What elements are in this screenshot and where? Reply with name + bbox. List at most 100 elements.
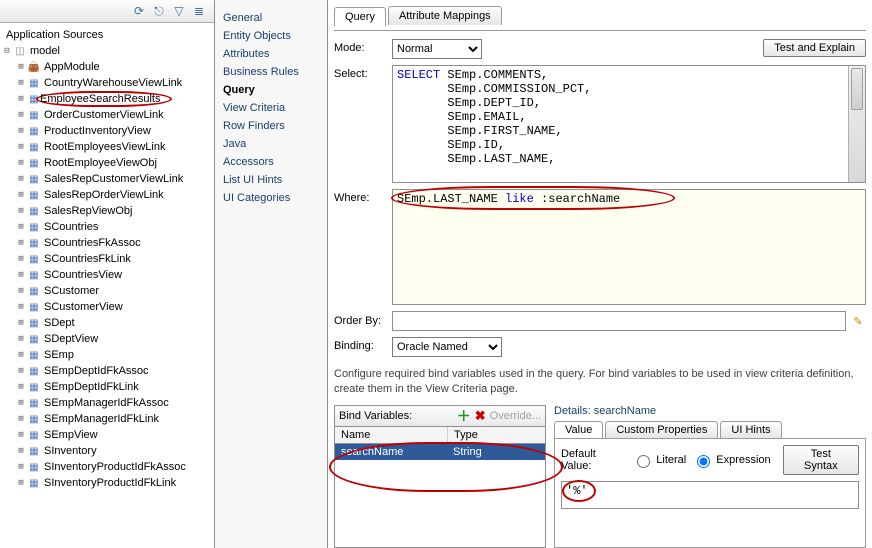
expand-icon[interactable]: ⊞ bbox=[16, 126, 26, 136]
refresh-icon[interactable]: ⟳ bbox=[130, 2, 148, 20]
nav-item[interactable]: Entity Objects bbox=[223, 27, 319, 45]
binding-select[interactable]: Oracle Named bbox=[392, 337, 502, 357]
test-syntax-button[interactable]: Test Syntax bbox=[783, 445, 859, 475]
nav-item[interactable]: Attributes bbox=[223, 45, 319, 63]
where-sql-editor[interactable]: SEmp.LAST_NAME like :searchName bbox=[392, 189, 866, 305]
expand-icon[interactable]: ⊞ bbox=[16, 478, 26, 488]
tree-node[interactable]: ⊞▦SalesRepOrderViewLink bbox=[2, 187, 212, 203]
expand-icon[interactable]: ⊞ bbox=[16, 254, 26, 264]
expand-icon[interactable]: ⊞ bbox=[16, 382, 26, 392]
details-tab-uihints[interactable]: UI Hints bbox=[720, 421, 781, 438]
expand-icon[interactable]: ⊞ bbox=[16, 430, 26, 440]
expand-icon[interactable]: ⊞ bbox=[16, 174, 26, 184]
expand-icon[interactable]: ⊞ bbox=[16, 398, 26, 408]
tree-node[interactable]: ⊞▦SDeptView bbox=[2, 331, 212, 347]
nav-item[interactable]: Accessors bbox=[223, 153, 319, 171]
where-label: Where: bbox=[334, 189, 392, 204]
tree-node-model[interactable]: ⊟ ◫ model bbox=[2, 43, 212, 59]
nav-item[interactable]: UI Categories bbox=[223, 189, 319, 207]
tree-node[interactable]: ⊞▦SCountriesFkAssoc bbox=[2, 235, 212, 251]
tree-node[interactable]: ⊞▦EmployeeSearchResults bbox=[2, 91, 212, 107]
bindvar-row[interactable]: searchName String bbox=[335, 444, 545, 460]
tree-node[interactable]: ⊞▦RootEmployeesViewLink bbox=[2, 139, 212, 155]
orderby-input[interactable] bbox=[392, 311, 846, 331]
expand-icon[interactable]: ⊞ bbox=[16, 222, 26, 232]
pencil-icon[interactable]: ✎ bbox=[850, 313, 866, 329]
nav-item[interactable]: Row Finders bbox=[223, 117, 319, 135]
select-scrollbar[interactable] bbox=[848, 66, 865, 182]
tree-node[interactable]: ⊞▦RootEmployeeViewObj bbox=[2, 155, 212, 171]
tree-node[interactable]: ⊞▦SEmpDeptIdFkAssoc bbox=[2, 363, 212, 379]
tree-node[interactable]: ⊞▦SCustomer bbox=[2, 283, 212, 299]
application-tree[interactable]: Application Sources ⊟ ◫ model ⊞👜AppModul… bbox=[0, 23, 214, 548]
tab-attribute-mappings[interactable]: Attribute Mappings bbox=[388, 6, 502, 25]
object-icon: ▦ bbox=[26, 188, 42, 202]
expand-icon[interactable]: ⊞ bbox=[16, 190, 26, 200]
bindvar-col-type[interactable]: Type bbox=[448, 427, 484, 443]
details-tab-custom[interactable]: Custom Properties bbox=[605, 421, 718, 438]
expand-icon[interactable]: ⊞ bbox=[16, 414, 26, 424]
expand-icon[interactable]: ⊞ bbox=[16, 366, 26, 376]
add-icon[interactable]: ＋ bbox=[457, 406, 471, 426]
nav-item[interactable]: Business Rules bbox=[223, 63, 319, 81]
delete-icon[interactable]: ✖ bbox=[475, 408, 486, 424]
tree-node[interactable]: ⊞▦SalesRepCustomerViewLink bbox=[2, 171, 212, 187]
expand-icon[interactable]: ⊞ bbox=[16, 270, 26, 280]
tree-node[interactable]: ⊞▦SCountriesView bbox=[2, 267, 212, 283]
expand-icon[interactable]: ⊞ bbox=[16, 350, 26, 360]
filter-icon[interactable]: ▽ bbox=[170, 2, 188, 20]
expand-icon[interactable]: ⊞ bbox=[16, 318, 26, 328]
tree-node[interactable]: ⊞▦SInventoryProductIdFkAssoc bbox=[2, 459, 212, 475]
tab-query[interactable]: Query bbox=[334, 7, 386, 26]
expand-icon[interactable]: ⊞ bbox=[16, 158, 26, 168]
object-icon: ▦ bbox=[26, 172, 42, 186]
application-navigator: ⟳ ⎋ ▽ ≣ Application Sources ⊟ ◫ model ⊞👜… bbox=[0, 0, 215, 548]
options-icon[interactable]: ≣ bbox=[190, 2, 208, 20]
select-sql-editor[interactable]: SELECT SEmp.COMMENTS, SEmp.COMMISSION_PC… bbox=[392, 65, 866, 183]
override-button[interactable]: Override... bbox=[490, 410, 541, 422]
tree-node[interactable]: ⊞▦SCountries bbox=[2, 219, 212, 235]
expand-icon[interactable]: ⊞ bbox=[16, 62, 26, 72]
expand-icon[interactable]: ⊞ bbox=[16, 78, 26, 88]
tree-node[interactable]: ⊞▦SEmpManagerIdFkAssoc bbox=[2, 395, 212, 411]
literal-radio[interactable]: Literal bbox=[632, 452, 686, 468]
tree-node[interactable]: ⊞▦SCustomerView bbox=[2, 299, 212, 315]
mode-select[interactable]: Normal bbox=[392, 39, 482, 59]
test-explain-button[interactable]: Test and Explain bbox=[763, 39, 866, 57]
tree-node[interactable]: ⊞▦SEmpView bbox=[2, 427, 212, 443]
bindvar-col-name[interactable]: Name bbox=[335, 427, 448, 443]
expression-editor[interactable]: '%' bbox=[561, 481, 859, 509]
tree-node[interactable]: ⊞▦OrderCustomerViewLink bbox=[2, 107, 212, 123]
expand-icon[interactable]: ⊞ bbox=[16, 94, 26, 104]
tree-node[interactable]: ⊞▦SEmpManagerIdFkLink bbox=[2, 411, 212, 427]
nav-item[interactable]: List UI Hints bbox=[223, 171, 319, 189]
expand-icon[interactable]: ⊞ bbox=[16, 286, 26, 296]
tree-sync-icon[interactable]: ⎋ bbox=[150, 2, 168, 20]
expand-icon[interactable]: ⊞ bbox=[16, 446, 26, 456]
tree-node[interactable]: ⊞▦SalesRepViewObj bbox=[2, 203, 212, 219]
expand-icon[interactable]: ⊞ bbox=[16, 238, 26, 248]
expression-radio[interactable]: Expression bbox=[692, 452, 770, 468]
expand-icon[interactable]: ⊞ bbox=[16, 462, 26, 472]
nav-item[interactable]: Query bbox=[223, 81, 319, 99]
collapse-icon[interactable]: ⊟ bbox=[2, 46, 12, 56]
expand-icon[interactable]: ⊞ bbox=[16, 206, 26, 216]
expand-icon[interactable]: ⊞ bbox=[16, 142, 26, 152]
tree-node[interactable]: ⊞▦SDept bbox=[2, 315, 212, 331]
tree-node[interactable]: ⊞👜AppModule bbox=[2, 59, 212, 75]
tree-node[interactable]: ⊞▦SEmpDeptIdFkLink bbox=[2, 379, 212, 395]
object-icon: ▦ bbox=[26, 380, 42, 394]
tree-node[interactable]: ⊞▦ProductInventoryView bbox=[2, 123, 212, 139]
tree-node[interactable]: ⊞▦SEmp bbox=[2, 347, 212, 363]
nav-item[interactable]: General bbox=[223, 9, 319, 27]
tree-node[interactable]: ⊞▦SCountriesFkLink bbox=[2, 251, 212, 267]
expand-icon[interactable]: ⊞ bbox=[16, 334, 26, 344]
tree-node[interactable]: ⊞▦CountryWarehouseViewLink bbox=[2, 75, 212, 91]
nav-item[interactable]: Java bbox=[223, 135, 319, 153]
tree-node[interactable]: ⊞▦SInventory bbox=[2, 443, 212, 459]
expand-icon[interactable]: ⊞ bbox=[16, 110, 26, 120]
expand-icon[interactable]: ⊞ bbox=[16, 302, 26, 312]
tree-node[interactable]: ⊞▦SInventoryProductIdFkLink bbox=[2, 475, 212, 491]
nav-item[interactable]: View Criteria bbox=[223, 99, 319, 117]
details-tab-value[interactable]: Value bbox=[554, 421, 603, 438]
